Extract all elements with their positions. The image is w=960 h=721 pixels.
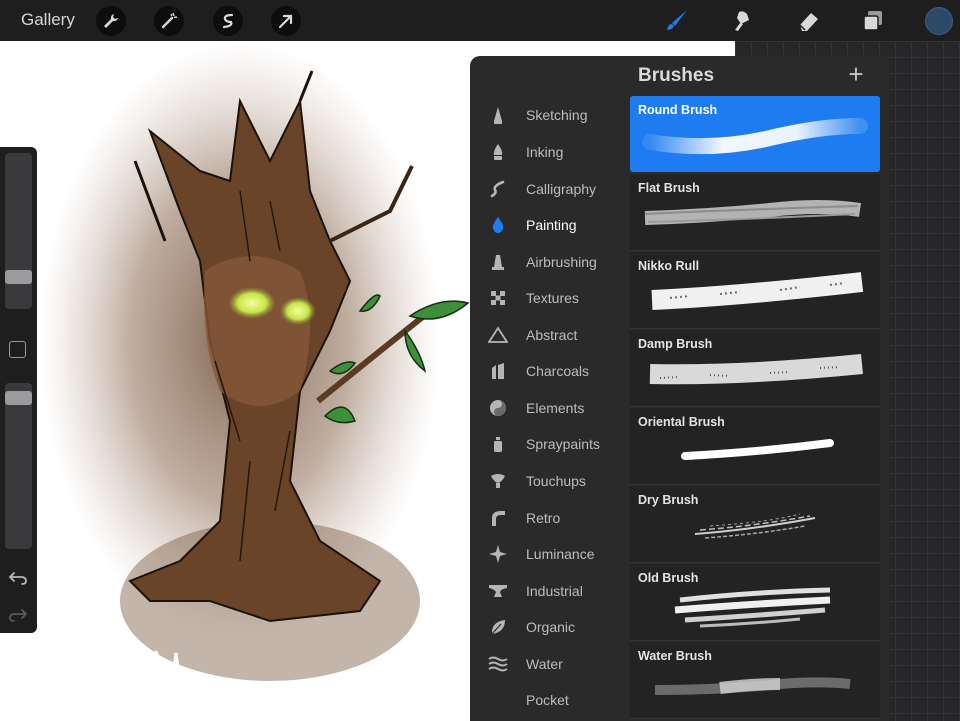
yin-yang-icon: [487, 397, 509, 419]
layers-icon[interactable]: [857, 5, 889, 37]
opacity-thumb[interactable]: [5, 391, 32, 405]
category-retro[interactable]: Retro: [470, 503, 630, 533]
calligraphy-icon: [487, 178, 509, 200]
redo-icon[interactable]: [8, 607, 28, 623]
category-abstract[interactable]: Abstract: [470, 320, 630, 350]
wrench-icon[interactable]: [96, 6, 126, 36]
triangle-icon: [487, 324, 509, 346]
smudge-icon[interactable]: [726, 5, 758, 37]
category-charcoals[interactable]: Charcoals: [470, 356, 630, 386]
brush-water[interactable]: Water Brush: [630, 642, 880, 719]
airbrush-icon: [487, 251, 509, 273]
tree-artwork: [40, 41, 470, 710]
brush-stroke-preview: [651, 272, 864, 310]
texture-icon: [487, 287, 509, 309]
waves-icon: [487, 653, 509, 675]
add-brush-button[interactable]: +: [844, 61, 868, 87]
magic-wand-icon[interactable]: [154, 6, 184, 36]
gallery-button[interactable]: Gallery: [21, 10, 75, 30]
category-water[interactable]: Water: [470, 649, 630, 679]
brush-dry[interactable]: Dry Brush: [630, 486, 880, 563]
category-sketching[interactable]: Sketching: [470, 100, 630, 130]
paint-drop-icon: [487, 214, 509, 236]
category-luminance[interactable]: Luminance: [470, 539, 630, 569]
panel-title: Brushes: [638, 65, 715, 86]
brush-stroke-preview: [649, 354, 863, 385]
selection-icon[interactable]: [213, 6, 243, 36]
brush-oriental[interactable]: Oriental Brush: [630, 408, 880, 485]
brush-stroke-preview: [674, 587, 831, 628]
category-textures[interactable]: Textures: [470, 283, 630, 313]
category-elements[interactable]: Elements: [470, 393, 630, 423]
sparkle-icon: [487, 543, 509, 565]
brush-old[interactable]: Old Brush: [630, 564, 880, 641]
brush-icon[interactable]: [661, 5, 693, 37]
brush-size-thumb[interactable]: [5, 270, 32, 284]
brushes-panel: Brushes + Sketching Inking Calligraphy P…: [470, 56, 890, 721]
leaf-icon: [487, 616, 509, 638]
brush-damp[interactable]: Damp Brush: [630, 330, 880, 407]
modify-button[interactable]: [9, 341, 26, 358]
undo-icon[interactable]: [8, 570, 28, 586]
brush-stroke-preview: [644, 200, 862, 225]
transform-arrow-icon[interactable]: [271, 6, 301, 36]
category-pocket[interactable]: Pocket: [470, 685, 630, 715]
top-toolbar: Gallery: [0, 0, 960, 41]
category-organic[interactable]: Organic: [470, 612, 630, 642]
category-painting[interactable]: Painting: [470, 210, 630, 240]
brush-stroke-preview: [681, 439, 834, 460]
brush-round[interactable]: Round Brush: [630, 96, 880, 172]
brush-size-slider[interactable]: [5, 153, 32, 309]
brush-stroke-preview: [654, 677, 851, 695]
brush-stroke-preview: [642, 118, 868, 155]
category-calligraphy[interactable]: Calligraphy: [470, 174, 630, 204]
anvil-icon: [487, 580, 509, 602]
category-inking[interactable]: Inking: [470, 137, 630, 167]
charcoal-icon: [487, 360, 509, 382]
pencil-tip-icon: [487, 104, 509, 126]
left-sidebar: [0, 147, 37, 633]
spray-can-icon: [487, 433, 509, 455]
eraser-icon[interactable]: [792, 5, 824, 37]
brush-nikko-rull[interactable]: Nikko Rull: [630, 252, 880, 329]
category-airbrushing[interactable]: Airbrushing: [470, 247, 630, 277]
retro-icon: [487, 507, 509, 529]
brush-flat[interactable]: Flat Brush: [630, 174, 880, 251]
opacity-slider[interactable]: [5, 383, 32, 549]
color-swatch[interactable]: [925, 7, 953, 35]
pen-nib-icon: [487, 141, 509, 163]
brush-stroke-preview: [694, 513, 816, 539]
category-industrial[interactable]: Industrial: [470, 576, 630, 606]
category-spraypaints[interactable]: Spraypaints: [470, 429, 630, 459]
touchup-icon: [487, 470, 509, 492]
category-touchups[interactable]: Touchups: [470, 466, 630, 496]
